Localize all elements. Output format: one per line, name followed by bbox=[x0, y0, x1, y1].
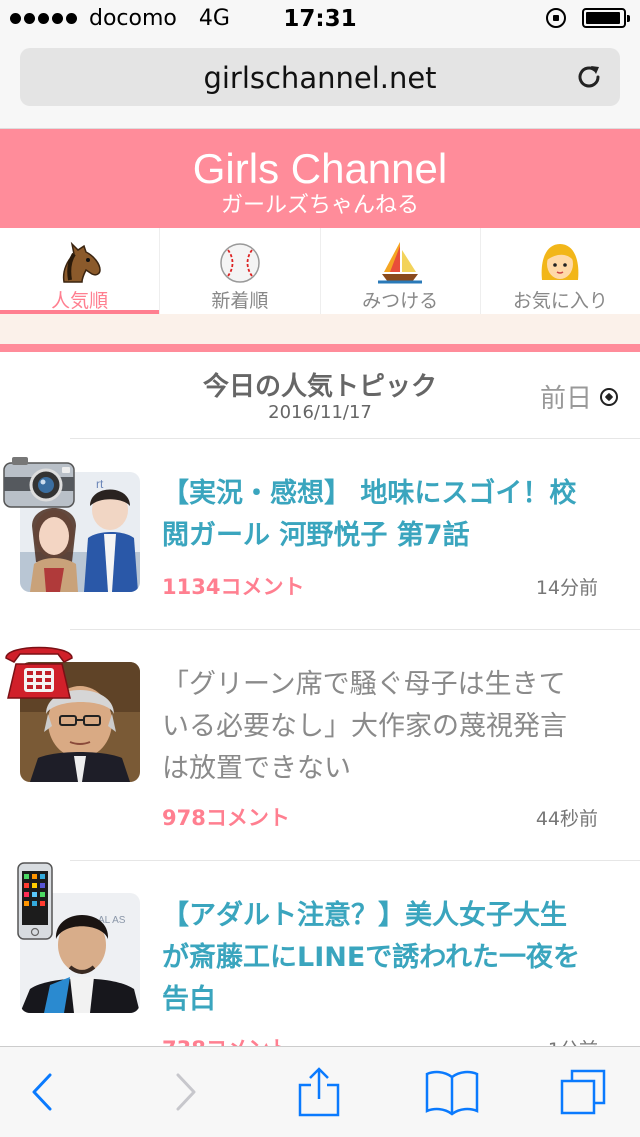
camera-icon bbox=[2, 455, 76, 519]
tab-label: 新着順 bbox=[211, 290, 269, 312]
topic-item[interactable]: rt 【実況・感想】 地味にスゴイ！校閲ガール 河野悦子 第7話 1134コメン… bbox=[0, 439, 640, 629]
tabs-icon[interactable] bbox=[558, 1067, 608, 1117]
tabs-spacer bbox=[0, 314, 640, 344]
soccer-ball-icon bbox=[600, 387, 618, 406]
url-text[interactable]: girlschannel.net bbox=[20, 61, 620, 95]
topic-item[interactable]: 「グリーン席で騒ぐ母子は生きている必要なし」大作家の蔑視発言は放置できない 97… bbox=[0, 630, 640, 860]
header-separator bbox=[0, 344, 640, 352]
section-header: 今日の人気トピック 2016/11/17 前日 bbox=[0, 362, 640, 438]
sailboat-icon bbox=[321, 236, 480, 284]
topic-time: 44秒前 bbox=[535, 808, 598, 830]
tab-discover[interactable]: みつける bbox=[321, 228, 481, 314]
status-right bbox=[546, 8, 630, 28]
topic-title[interactable]: 「グリーン席で騒ぐ母子は生きている必要なし」大作家の蔑視発言は放置できない bbox=[162, 664, 592, 790]
topic-item[interactable]: AL AS 【アダルト注意？】美人女子大生が斎藤工にLINEで誘われた一夜を告白… bbox=[0, 861, 640, 1046]
woman-icon bbox=[481, 236, 640, 284]
topic-title[interactable]: 【アダルト注意？】美人女子大生が斎藤工にLINEで誘われた一夜を告白 bbox=[162, 895, 592, 1021]
browser-toolbar bbox=[0, 1046, 640, 1137]
battery-icon bbox=[582, 8, 630, 28]
clock: 17:31 bbox=[283, 6, 357, 32]
tab-newest[interactable]: 新着順 bbox=[160, 228, 321, 314]
address-bar[interactable]: girlschannel.net bbox=[20, 48, 620, 106]
topic-time: 14分前 bbox=[535, 577, 598, 599]
site-logo-subtitle: ガールズちゃんねる bbox=[220, 193, 419, 218]
topic-time: 1分前 bbox=[548, 1035, 598, 1046]
sort-tabs: 人気順 新着順 みつける お気に入り bbox=[0, 228, 640, 314]
bookmarks-icon[interactable] bbox=[424, 1067, 480, 1117]
svg-text:rt: rt bbox=[96, 477, 104, 491]
status-bar: docomo 4G 17:31 bbox=[0, 0, 640, 40]
rotation-lock-icon bbox=[546, 8, 566, 28]
tab-label: 人気順 bbox=[51, 290, 109, 312]
comment-count: 738コメント bbox=[162, 1033, 290, 1046]
tab-popular[interactable]: 人気順 bbox=[0, 228, 161, 314]
comment-count: 978コメント bbox=[162, 806, 290, 830]
mobile-phone-icon bbox=[2, 861, 54, 951]
share-icon[interactable] bbox=[294, 1067, 344, 1117]
telephone-icon bbox=[2, 636, 76, 716]
topic-title[interactable]: 【実況・感想】 地味にスゴイ！校閲ガール 河野悦子 第7話 bbox=[162, 473, 592, 557]
tab-label: みつける bbox=[362, 290, 439, 312]
baseball-icon bbox=[160, 236, 319, 284]
address-bar-area: girlschannel.net bbox=[0, 40, 640, 129]
horse-icon bbox=[0, 236, 159, 284]
previous-day-label[interactable]: 前日 bbox=[540, 378, 592, 415]
tab-favorites[interactable]: お気に入り bbox=[481, 228, 640, 314]
back-icon[interactable] bbox=[18, 1067, 68, 1117]
comment-count: 1134コメント bbox=[162, 575, 305, 599]
previous-day-link[interactable]: 前日 bbox=[540, 378, 618, 415]
site-logo[interactable]: Girls Channel bbox=[0, 145, 640, 193]
reload-icon[interactable] bbox=[574, 62, 604, 92]
tab-label: お気に入り bbox=[512, 290, 608, 312]
site-header[interactable]: Girls Channel ガールズちゃんねる bbox=[0, 129, 640, 228]
forward-icon[interactable] bbox=[160, 1067, 210, 1117]
